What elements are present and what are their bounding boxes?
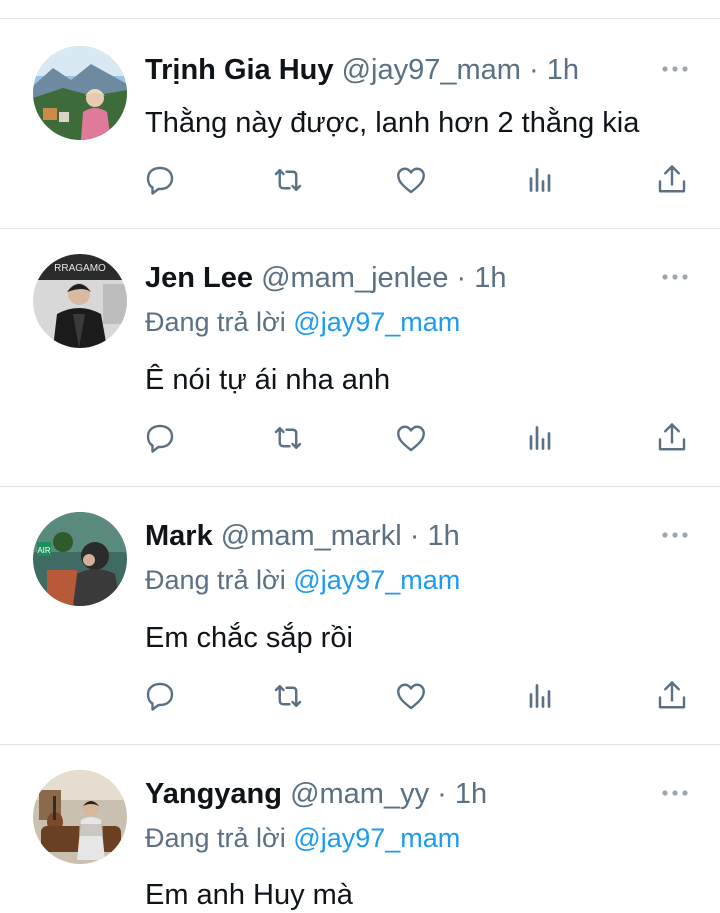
replying-to-label: Đang trả lời bbox=[145, 823, 286, 853]
divider bbox=[0, 744, 720, 745]
replying-to: Đang trả lời @jay97_mam bbox=[145, 306, 460, 338]
more-icon[interactable] bbox=[660, 786, 690, 800]
replying-to-label: Đang trả lời bbox=[145, 307, 286, 337]
share-icon[interactable] bbox=[654, 678, 690, 714]
display-name[interactable]: Mark bbox=[145, 520, 213, 552]
action-bar bbox=[0, 162, 720, 202]
analytics-icon[interactable] bbox=[522, 420, 558, 456]
display-name[interactable]: Jen Lee bbox=[145, 262, 253, 294]
replying-to-label: Đang trả lời bbox=[145, 565, 286, 595]
tweet-header: Yangyang @mam_yy · 1h bbox=[145, 777, 487, 811]
user-handle[interactable]: @mam_jenlee bbox=[261, 262, 448, 294]
more-icon[interactable] bbox=[660, 62, 690, 76]
retweet-icon[interactable] bbox=[270, 678, 306, 714]
divider bbox=[0, 228, 720, 229]
mention-link[interactable]: @jay97_mam bbox=[293, 307, 460, 337]
tweet-header: Trịnh Gia Huy @jay97_mam · 1h bbox=[145, 53, 579, 87]
avatar-leather-jacket-image: RRAGAMO bbox=[33, 254, 127, 348]
svg-text:RRAGAMO: RRAGAMO bbox=[54, 263, 106, 274]
avatar-green-room-image: AIR bbox=[33, 512, 127, 606]
dot-separator: · bbox=[409, 520, 420, 552]
display-name[interactable]: Yangyang bbox=[145, 778, 282, 810]
dot-separator: · bbox=[437, 778, 447, 810]
analytics-icon[interactable] bbox=[522, 678, 558, 714]
retweet-icon[interactable] bbox=[270, 162, 306, 198]
avatar[interactable]: AIR bbox=[33, 512, 127, 606]
display-name[interactable]: Trịnh Gia Huy bbox=[145, 54, 334, 86]
share-icon[interactable] bbox=[654, 162, 690, 198]
more-icon[interactable] bbox=[660, 270, 690, 284]
reply-icon[interactable] bbox=[142, 420, 178, 456]
user-handle[interactable]: @mam_markl bbox=[221, 520, 402, 552]
dot-separator: · bbox=[456, 262, 467, 294]
avatar[interactable] bbox=[33, 46, 127, 140]
like-icon[interactable] bbox=[393, 162, 429, 198]
mention-link[interactable]: @jay97_mam bbox=[293, 823, 460, 853]
top-divider bbox=[0, 18, 720, 19]
replying-to: Đang trả lời @jay97_mam bbox=[145, 822, 460, 854]
like-icon[interactable] bbox=[393, 678, 429, 714]
timestamp[interactable]: 1h bbox=[547, 54, 579, 86]
avatar[interactable] bbox=[33, 770, 127, 864]
reply-icon[interactable] bbox=[142, 162, 178, 198]
mention-link[interactable]: @jay97_mam bbox=[293, 565, 460, 595]
user-handle[interactable]: @mam_yy bbox=[290, 778, 429, 810]
action-bar bbox=[0, 420, 720, 460]
timestamp[interactable]: 1h bbox=[427, 520, 459, 552]
tweet-header: Jen Lee @mam_jenlee · 1h bbox=[145, 261, 507, 295]
avatar-landscape-image bbox=[33, 46, 127, 140]
svg-text:AIR: AIR bbox=[37, 546, 51, 555]
avatar-guitar-room-image bbox=[33, 770, 127, 864]
like-icon[interactable] bbox=[393, 420, 429, 456]
replying-to: Đang trả lời @jay97_mam bbox=[145, 564, 460, 596]
timestamp[interactable]: 1h bbox=[455, 778, 487, 810]
share-icon[interactable] bbox=[654, 420, 690, 456]
reply-icon[interactable] bbox=[142, 678, 178, 714]
avatar[interactable]: RRAGAMO bbox=[33, 254, 127, 348]
analytics-icon[interactable] bbox=[522, 162, 558, 198]
tweet-header: Mark @mam_markl · 1h bbox=[145, 519, 460, 553]
action-bar bbox=[0, 678, 720, 718]
divider bbox=[0, 486, 720, 487]
dot-separator: · bbox=[529, 54, 539, 86]
tweet-text: Em chắc sắp rồi bbox=[145, 622, 353, 654]
retweet-icon[interactable] bbox=[270, 420, 306, 456]
tweet-text: Thằng này được, lanh hơn 2 thằng kia bbox=[145, 107, 640, 139]
more-icon[interactable] bbox=[660, 528, 690, 542]
user-handle[interactable]: @jay97_mam bbox=[342, 54, 521, 86]
tweet-text: Em anh Huy mà bbox=[145, 879, 353, 911]
tweet-text: Ê nói tự ái nha anh bbox=[145, 364, 391, 396]
timestamp[interactable]: 1h bbox=[474, 262, 506, 294]
